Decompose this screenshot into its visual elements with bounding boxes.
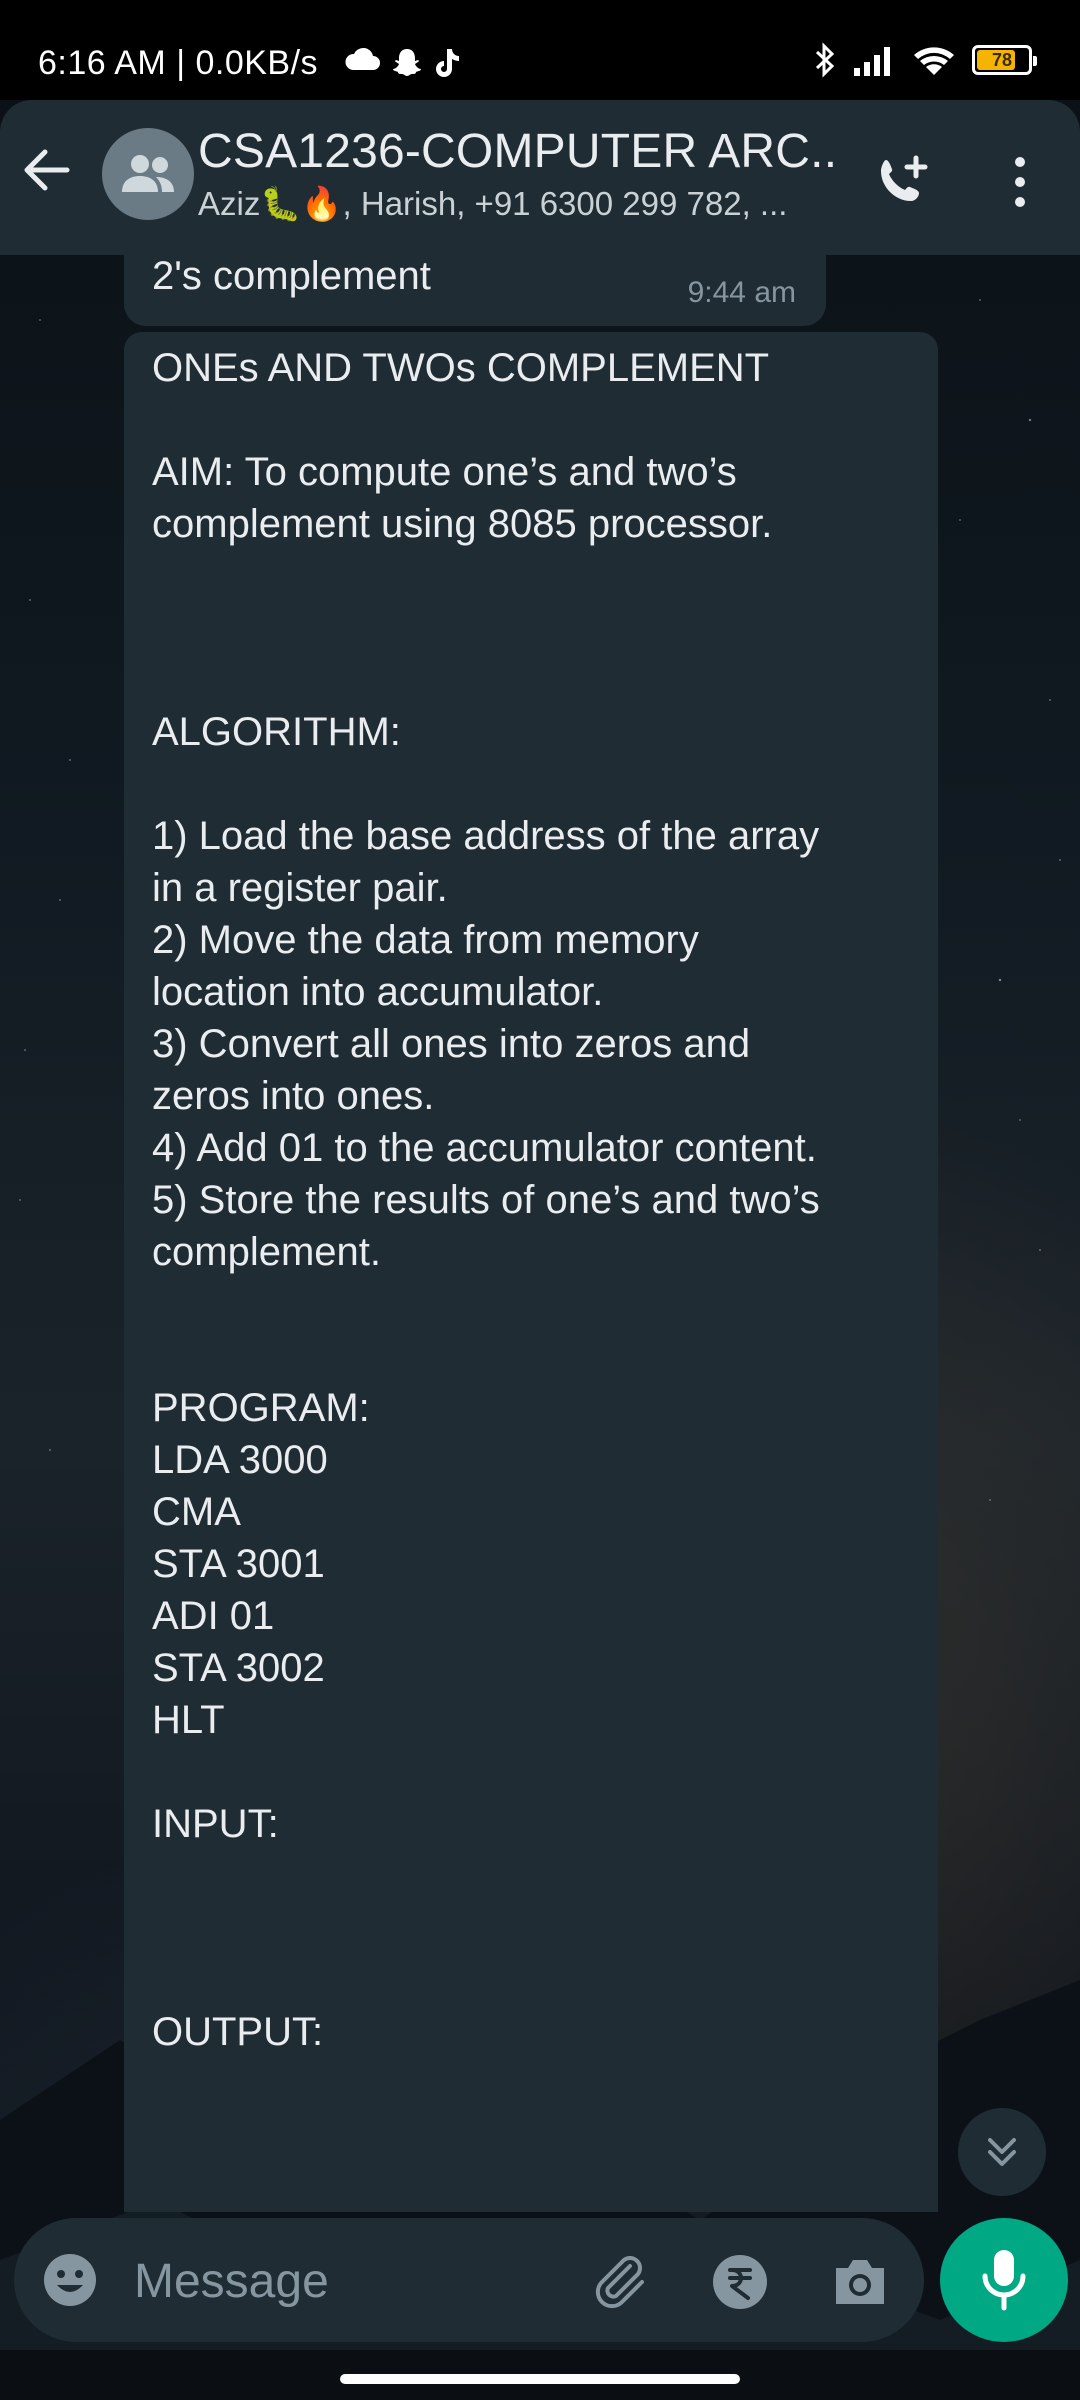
message-line [152,602,922,654]
group-members: Aziz🐛🔥, Harish, +91 6300 299 782, ... [198,185,788,222]
add-call-button[interactable] [862,142,942,222]
message-input[interactable] [132,2244,576,2318]
cloud-icon [345,47,380,70]
message-line: 3) Convert all ones into zeros and [152,1022,751,1066]
message-line: STA 3002 [152,1646,325,1690]
home-indicator[interactable] [340,2374,740,2384]
notification-icons [345,46,461,78]
status-bar: 6:16 AM | 0.0KB/s 78 [0,0,1080,100]
payment-button[interactable] [708,2250,772,2314]
message-bubble-previous[interactable]: 2's complement 9:44 am [124,240,826,326]
message-line: 4) Add 01 to the accumulator content. [152,1126,817,1170]
message-line: zeros into ones. [152,1074,435,1118]
message-line: 5) Store the results of one’s and two’s [152,1178,820,1222]
message-line: 2) Move the data from memory [152,918,699,962]
message-composer [14,2218,924,2342]
message-line [152,758,922,810]
voice-message-button[interactable] [940,2218,1068,2342]
message-line: ONEs AND TWOs COMPLEMENT [152,346,770,390]
message-line [152,394,922,446]
message-body: ONEs AND TWOs COMPLEMENT AIM: To compute … [152,342,922,2058]
camera-button[interactable] [828,2250,892,2314]
chat-screen: 6:16 AM | 0.0KB/s 78 CSA1236-COMPUTER AR… [0,0,1080,2400]
message-line [152,550,922,602]
message-line [152,1278,922,1330]
signal-icon [854,47,890,76]
system-status-icons: 78 [814,42,1037,78]
attach-button[interactable] [588,2250,652,2314]
emoji-icon [44,2254,96,2306]
battery-level: 78 [991,49,1013,70]
emoji-button[interactable] [40,2250,100,2310]
camera-icon [836,2260,884,2304]
battery-indicator: 78 [972,45,1037,75]
double-chevron-down-icon [988,2138,1016,2166]
rupee-payment-icon [713,2255,767,2309]
group-avatar[interactable] [80,128,216,220]
snapchat-icon [393,49,421,76]
message-line: ALGORITHM: [152,710,401,754]
bluetooth-icon [815,42,835,78]
wifi-icon [914,47,954,75]
message-line: OUTPUT: [152,2010,324,2054]
tiktok-icon [436,49,459,77]
message-line: CMA [152,1490,241,1534]
message-line [152,1746,922,1798]
more-vert-icon [1015,157,1025,207]
more-options-button[interactable] [980,142,1060,222]
message-line: complement using 8085 processor. [152,502,773,546]
message-line [152,654,922,706]
message-line [152,1330,922,1382]
message-bubble[interactable]: ONEs AND TWOs COMPLEMENT AIM: To compute … [124,332,938,2212]
message-line: PROGRAM: [152,1386,370,1430]
message-line: STA 3001 [152,1542,325,1586]
message-text: 2's complement [152,254,431,298]
add-call-icon [881,155,928,201]
message-line: 1) Load the base address of the array [152,814,820,858]
message-line: ADI 01 [152,1594,275,1638]
chat-header: CSA1236-COMPUTER ARC... Aziz🐛🔥, Harish, … [0,100,1080,255]
attach-icon [595,2256,644,2309]
message-line [152,1850,922,1902]
message-line [152,1954,922,2006]
microphone-icon [982,2250,1026,2311]
message-line: in a register pair. [152,866,448,910]
message-line: location into accumulator. [152,970,604,1014]
scroll-to-bottom-button[interactable] [958,2108,1046,2196]
group-title: CSA1236-COMPUTER ARC... [198,125,838,178]
chat-title-block[interactable]: CSA1236-COMPUTER ARC... Aziz🐛🔥, Harish, … [198,124,838,224]
message-line: complement. [152,1230,381,1274]
message-line [152,1902,922,1954]
status-time: 6:16 AM | 0.0KB/s [38,44,319,82]
group-avatar-icon [102,128,194,220]
message-line: HLT [152,1698,225,1742]
message-line: LDA 3000 [152,1438,328,1482]
message-time: 9:44 am [687,276,796,309]
message-line: INPUT: [152,1802,279,1846]
back-arrow-icon [24,149,70,191]
message-line: AIM: To compute one’s and two’s [152,450,737,494]
back-button[interactable] [16,140,76,200]
